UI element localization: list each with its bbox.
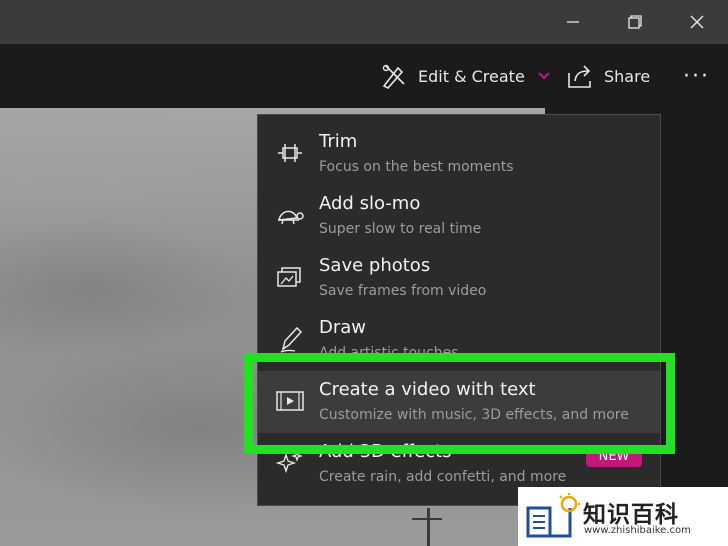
turtle-icon (274, 199, 306, 231)
pole-crossbar (412, 518, 442, 520)
menu-item-subtitle: Super slow to real time (319, 221, 482, 237)
highlight-annotation (244, 353, 675, 454)
restore-button[interactable] (604, 0, 666, 44)
close-button[interactable] (666, 0, 728, 44)
chevron-down-icon (538, 72, 550, 80)
menu-item-subtitle: Create rain, add confetti, and more (319, 469, 567, 485)
edit-create-label: Edit & Create (418, 66, 525, 86)
toolbar: Edit & Create Share ··· (0, 44, 728, 108)
menu-item-subtitle: Save frames from video (319, 283, 487, 299)
title-bar (0, 0, 728, 44)
share-button[interactable]: Share (566, 44, 650, 108)
menu-item-slo-mo[interactable]: Add slo-mo Super slow to real time (258, 185, 660, 247)
share-icon (568, 65, 591, 88)
edit-create-button[interactable]: Edit & Create (380, 44, 551, 108)
minimize-button[interactable] (542, 0, 604, 44)
menu-item-save-photos[interactable]: Save photos Save frames from video (258, 247, 660, 309)
menu-item-subtitle: Focus on the best moments (319, 159, 514, 175)
utility-pole (427, 508, 430, 546)
save-frames-icon (274, 261, 306, 293)
book-lightbulb-logo (526, 493, 580, 538)
menu-item-trim[interactable]: Trim Focus on the best moments (258, 123, 660, 185)
more-options-button[interactable]: ··· (683, 44, 710, 108)
share-label: Share (604, 66, 651, 86)
watermark: 知识百科 www.zhishibaike.com (518, 487, 728, 546)
pen-icon (274, 323, 306, 355)
menu-item-title: Draw (319, 317, 367, 338)
watermark-url: www.zhishibaike.com (584, 525, 691, 536)
menu-item-title: Trim (319, 131, 358, 152)
minimize-icon (567, 21, 579, 23)
trim-icon (274, 137, 306, 169)
edit-create-icon (382, 64, 405, 89)
menu-item-title: Add slo-mo (319, 193, 421, 214)
menu-item-title: Save photos (319, 255, 431, 276)
watermark-text: 知识百科 (583, 502, 679, 528)
close-icon (690, 15, 704, 29)
restore-icon (628, 15, 642, 29)
